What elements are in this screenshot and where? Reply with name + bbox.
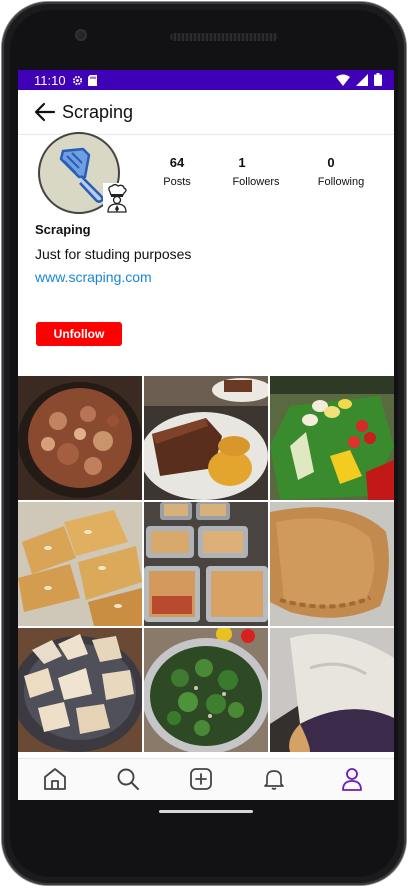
add-post-icon[interactable] xyxy=(188,766,214,792)
followers-label: Followers xyxy=(232,176,280,188)
status-time: 11:10 xyxy=(34,72,66,88)
pie-photo-icon xyxy=(270,628,394,752)
pastry-photo-icon xyxy=(270,502,394,626)
bell-icon[interactable] xyxy=(261,766,287,792)
post-thumbnail-pie[interactable] xyxy=(270,628,394,752)
posts-grid xyxy=(18,370,394,758)
stew-photo-icon xyxy=(18,376,142,500)
page-title: Scraping xyxy=(62,102,134,122)
meat-dish-photo-icon xyxy=(144,376,268,500)
home-icon[interactable] xyxy=(42,766,68,792)
chef-icon xyxy=(103,183,131,213)
app-screen: 11:10 Scraping 64 Posts 1 Followers 0 Fo… xyxy=(18,70,394,800)
profile-bio: Just for studing purposes xyxy=(35,246,192,262)
broccoli-salad-photo-icon xyxy=(144,628,268,752)
post-thumbnail-broccoli[interactable] xyxy=(144,628,268,752)
profile-icon[interactable] xyxy=(339,766,365,792)
posts-count: 64 xyxy=(169,155,185,170)
almond-bars-photo-icon xyxy=(18,502,142,626)
posts-label: Posts xyxy=(163,176,191,188)
profile-website-link[interactable]: www.scraping.com xyxy=(35,269,152,285)
post-thumbnail-casserole-trays[interactable] xyxy=(144,502,268,626)
wontons-photo-icon xyxy=(18,628,142,752)
status-bar: 11:10 xyxy=(18,70,394,90)
profile-name: Scraping xyxy=(35,222,91,237)
stat-posts[interactable]: 64 Posts xyxy=(156,155,198,188)
settings-status-icon xyxy=(72,75,82,85)
sd-card-icon xyxy=(87,74,97,86)
front-camera xyxy=(75,29,87,41)
casserole-trays-photo-icon xyxy=(144,502,268,626)
post-thumbnail-wontons[interactable] xyxy=(18,628,142,752)
salad-platter-photo-icon xyxy=(270,376,394,500)
cell-signal-icon xyxy=(356,73,368,86)
app-bar: Scraping xyxy=(18,90,394,135)
following-count: 0 xyxy=(327,155,335,170)
unfollow-button[interactable]: Unfollow xyxy=(36,322,122,346)
bottom-nav-bar xyxy=(18,758,394,800)
stat-followers[interactable]: 1 Followers xyxy=(226,155,286,188)
battery-icon xyxy=(374,73,382,86)
back-arrow-icon[interactable] xyxy=(34,101,56,123)
earpiece-speaker xyxy=(170,33,278,41)
post-thumbnail-meat[interactable] xyxy=(144,376,268,500)
post-thumbnail-salad[interactable] xyxy=(270,376,394,500)
stat-following[interactable]: 0 Following xyxy=(313,155,369,188)
post-thumbnail-almond-bars[interactable] xyxy=(18,502,142,626)
scraper-tool-icon xyxy=(59,147,104,203)
following-label: Following xyxy=(317,176,365,188)
search-icon[interactable] xyxy=(115,766,141,792)
wifi-icon xyxy=(336,74,350,86)
post-thumbnail-pastry[interactable] xyxy=(270,502,394,626)
post-thumbnail-stew[interactable] xyxy=(18,376,142,500)
followers-count: 1 xyxy=(238,155,246,170)
gesture-home-bar[interactable] xyxy=(159,810,253,813)
